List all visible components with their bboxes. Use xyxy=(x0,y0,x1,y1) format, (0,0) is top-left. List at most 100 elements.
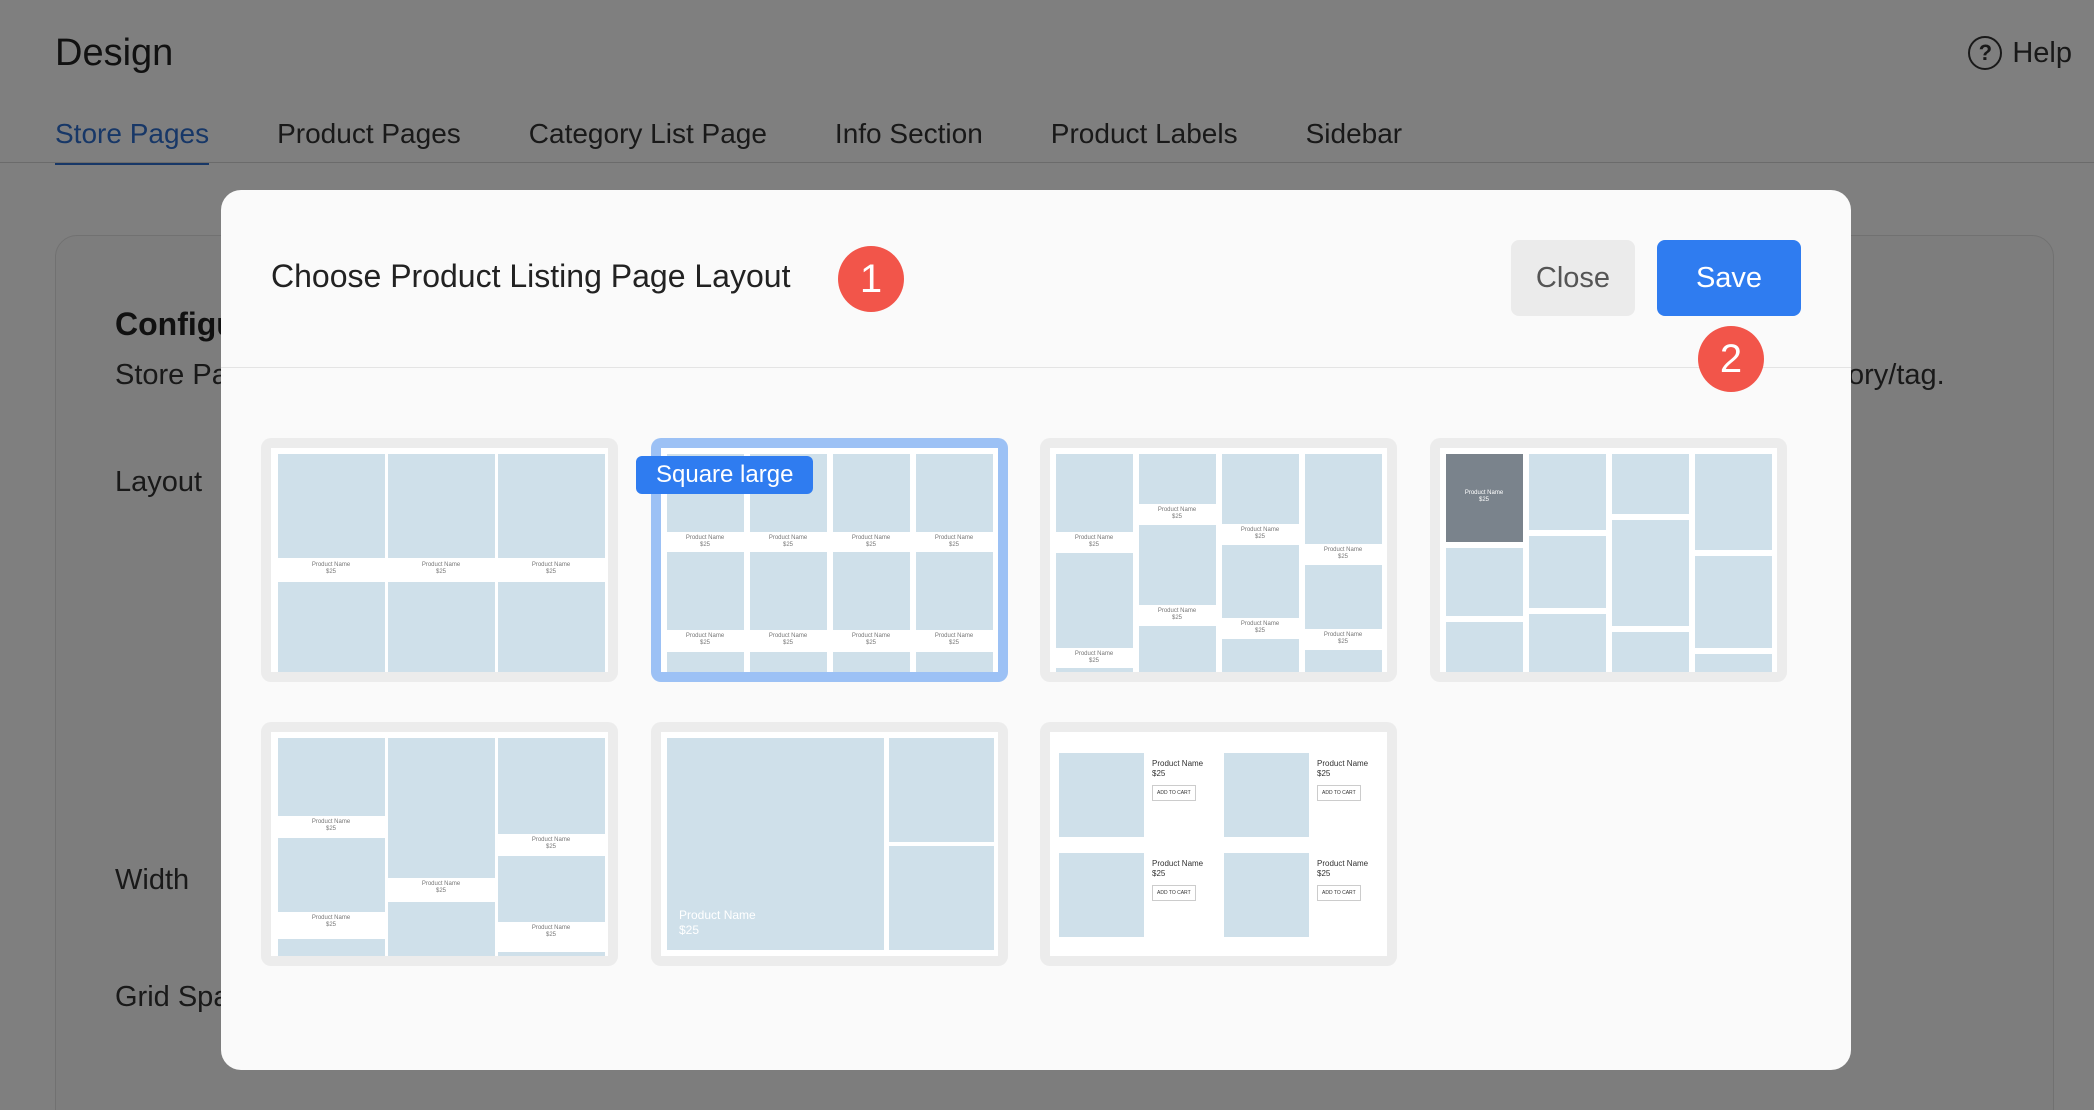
product-price-caption: $25 xyxy=(782,640,793,646)
product-placeholder xyxy=(833,652,910,672)
product-price-caption: $25 xyxy=(545,844,556,850)
product-placeholder xyxy=(1446,548,1523,616)
product-placeholder xyxy=(1224,753,1309,837)
product-placeholder xyxy=(1056,454,1133,532)
product-info: Product Name $25 ADD TO CART xyxy=(1317,759,1368,801)
product-name-caption: Product Name xyxy=(1152,759,1204,768)
save-button[interactable]: Save xyxy=(1657,240,1801,316)
product-placeholder xyxy=(1695,654,1772,672)
product-placeholder xyxy=(1529,454,1606,530)
product-placeholder xyxy=(667,652,744,672)
product-placeholder xyxy=(1529,536,1606,608)
product-price-caption: $25 xyxy=(1152,769,1166,778)
layout-option-list[interactable]: Product Name $25 ADD TO CART Product Nam… xyxy=(1040,722,1397,966)
layout-option-square-large[interactable]: Product Name $25 Product Name $25 Produc… xyxy=(261,438,618,682)
product-placeholder xyxy=(1222,545,1299,618)
product-price-caption: $25 xyxy=(545,569,556,575)
step-badge-2: 2 xyxy=(1698,326,1764,392)
product-placeholder xyxy=(1529,614,1606,672)
product-placeholder xyxy=(498,952,605,956)
product-placeholder xyxy=(278,939,385,956)
product-placeholder xyxy=(916,652,993,672)
product-info: Product Name $25 ADD TO CART xyxy=(1317,859,1368,901)
product-placeholder xyxy=(498,856,605,922)
layout-option-masonry-overlay[interactable]: Product Name $25 xyxy=(1430,438,1787,682)
product-price-caption: $25 xyxy=(1337,639,1348,645)
product-placeholder xyxy=(388,582,495,672)
product-placeholder xyxy=(750,652,827,672)
layout-preview: Product Name $25 xyxy=(661,732,998,956)
product-price-caption: $25 xyxy=(1088,542,1099,548)
product-placeholder xyxy=(889,738,994,842)
modal-title: Choose Product Listing Page Layout xyxy=(271,258,791,294)
layout-option-featured[interactable]: Product Name $25 xyxy=(651,722,1008,966)
layout-preview: Product Name $25 ADD TO CART Product Nam… xyxy=(1050,732,1387,956)
product-placeholder xyxy=(889,846,994,950)
product-placeholder xyxy=(388,902,495,956)
product-price-caption: $25 xyxy=(1171,615,1182,621)
product-price-caption: $25 xyxy=(435,569,446,575)
layout-modal: Choose Product Listing Page Layout 1 Clo… xyxy=(221,190,1851,1070)
product-name-caption: Product Name xyxy=(1317,759,1369,768)
modal-header: Choose Product Listing Page Layout 1 Clo… xyxy=(221,190,1851,368)
product-price-caption: $25 xyxy=(782,542,793,548)
product-placeholder xyxy=(1305,650,1382,672)
layout-preview: Product Name $25 Product Name $25 Produc… xyxy=(1050,448,1387,672)
product-price-caption: $25 xyxy=(1317,769,1331,778)
product-placeholder xyxy=(1695,556,1772,648)
add-to-cart-button: ADD TO CART xyxy=(1317,785,1361,801)
product-placeholder xyxy=(1612,454,1689,514)
product-placeholder xyxy=(1056,553,1133,648)
product-price-caption: $25 xyxy=(699,640,710,646)
product-placeholder xyxy=(1612,520,1689,626)
product-price-caption: $25 xyxy=(1254,534,1265,540)
layout-option-masonry-large[interactable]: Product Name $25 Product Name $25 Produc… xyxy=(261,722,618,966)
product-info: Product Name $25 ADD TO CART xyxy=(1152,859,1203,901)
product-placeholder xyxy=(278,738,385,816)
product-placeholder xyxy=(278,454,385,558)
product-price-caption: $25 xyxy=(1478,497,1489,503)
product-placeholder xyxy=(916,552,993,630)
product-name-caption: Product Name xyxy=(1317,859,1369,868)
product-placeholder xyxy=(667,552,744,630)
layout-preview: Product Name $25 Product Name $25 Produc… xyxy=(271,732,608,956)
featured-caption: Product Name $25 xyxy=(679,908,756,938)
product-info: Product Name $25 ADD TO CART xyxy=(1152,759,1203,801)
product-name-caption: Product Name xyxy=(1152,859,1204,868)
product-price-caption: $25 xyxy=(1254,628,1265,634)
product-price-caption: $25 xyxy=(1171,514,1182,520)
product-placeholder xyxy=(1139,626,1216,672)
product-price-caption: $25 xyxy=(865,640,876,646)
product-price-caption: $25 xyxy=(325,922,336,928)
product-placeholder xyxy=(1222,454,1299,524)
product-placeholder xyxy=(833,552,910,630)
product-placeholder xyxy=(1612,632,1689,672)
close-button[interactable]: Close xyxy=(1511,240,1635,316)
product-placeholder xyxy=(1305,565,1382,629)
featured-product-name: Product Name xyxy=(679,908,756,922)
product-placeholder xyxy=(750,552,827,630)
product-price-caption: $25 xyxy=(699,542,710,548)
product-placeholder xyxy=(278,582,385,672)
product-price-caption: $25 xyxy=(1088,658,1099,664)
layout-name-tooltip: Square large xyxy=(636,456,814,494)
product-placeholder xyxy=(1446,622,1523,672)
product-price-caption: $25 xyxy=(545,932,556,938)
product-placeholder xyxy=(916,454,993,532)
product-price-caption: $25 xyxy=(948,640,959,646)
product-placeholder xyxy=(498,454,605,558)
product-price-caption: $25 xyxy=(1152,869,1166,878)
layout-option-masonry[interactable]: Product Name $25 Product Name $25 Produc… xyxy=(1040,438,1397,682)
product-price-caption: $25 xyxy=(1317,869,1331,878)
add-to-cart-button: ADD TO CART xyxy=(1152,885,1196,901)
product-placeholder xyxy=(1224,853,1309,937)
add-to-cart-button: ADD TO CART xyxy=(1317,885,1361,901)
product-placeholder xyxy=(388,738,495,878)
layout-preview: Product Name $25 Product Name $25 Produc… xyxy=(271,448,608,672)
featured-product-price: $25 xyxy=(679,923,700,937)
product-placeholder xyxy=(1222,639,1299,672)
step-badge-1: 1 xyxy=(838,246,904,312)
product-price-caption: $25 xyxy=(435,888,446,894)
product-price-caption: $25 xyxy=(948,542,959,548)
product-placeholder xyxy=(1059,753,1144,837)
